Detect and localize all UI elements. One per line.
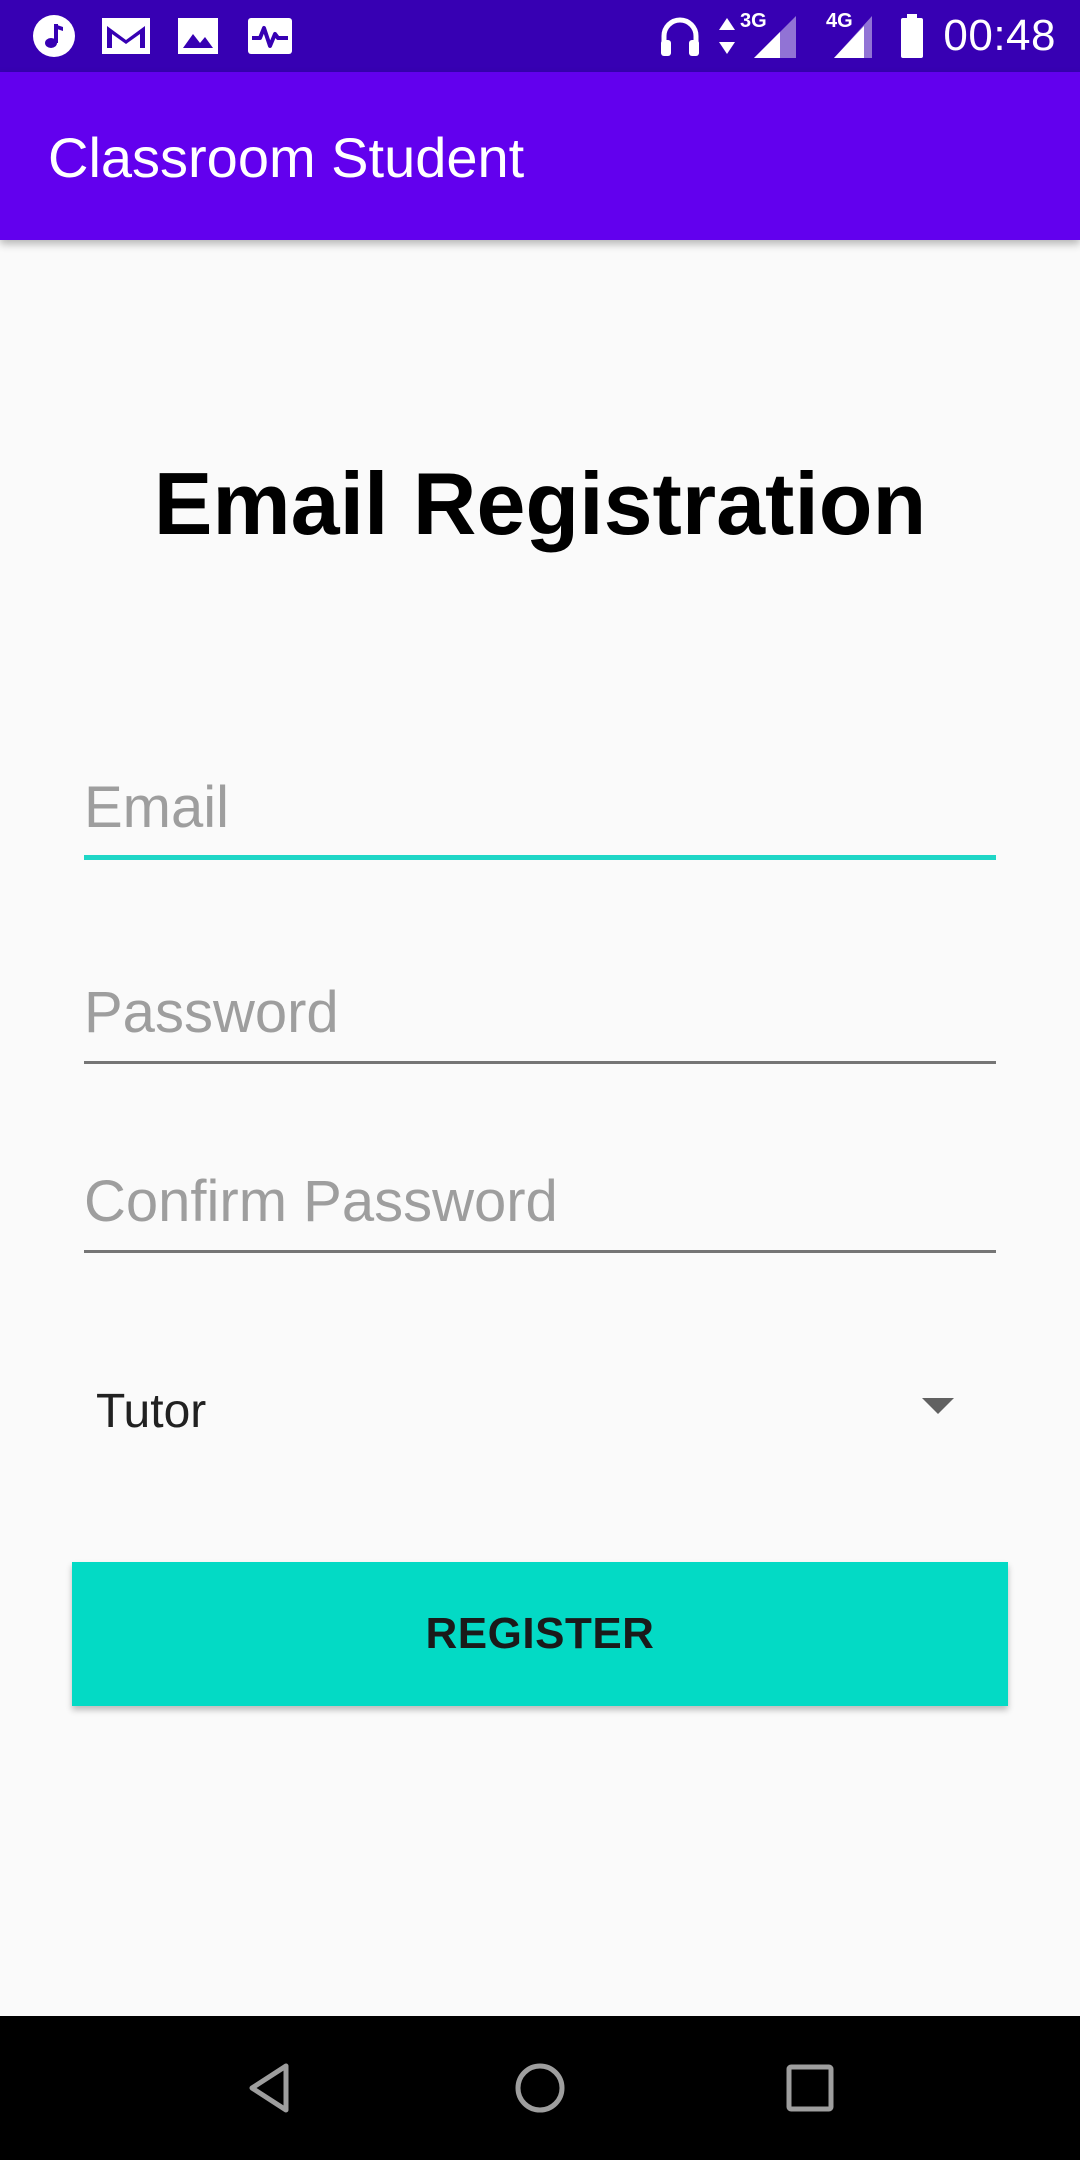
role-spinner[interactable]: Tutor	[84, 1360, 996, 1460]
activity-icon	[248, 18, 292, 54]
registration-form: Email Registration Tutor REGISTER	[0, 240, 1080, 2016]
confirm-password-field[interactable]	[84, 1153, 996, 1253]
navigation-bar	[0, 2016, 1080, 2160]
gmail-icon	[102, 18, 150, 54]
headphones-icon	[661, 17, 699, 56]
email-field[interactable]	[84, 760, 996, 860]
page-title: Email Registration	[153, 454, 927, 553]
battery-icon	[901, 14, 923, 58]
music-icon	[33, 15, 75, 57]
app-bar: Classroom Student	[0, 72, 1080, 240]
signal-3g-icon: 3G	[738, 10, 798, 60]
signal-4g-icon: 4G	[826, 10, 874, 60]
role-spinner-value: Tutor	[96, 1385, 207, 1438]
app-title: Classroom Student	[48, 126, 525, 189]
register-button[interactable]: REGISTER	[72, 1562, 1008, 1706]
recents-icon[interactable]	[774, 2052, 846, 2124]
data-arrows-icon	[719, 18, 735, 54]
back-icon[interactable]	[234, 2052, 306, 2124]
status-clock: 00:48	[943, 11, 1056, 60]
status-bar: 3G 4G 00:48	[0, 0, 1080, 72]
password-field[interactable]	[84, 964, 996, 1064]
image-icon	[178, 18, 218, 54]
home-icon[interactable]	[504, 2052, 576, 2124]
dropdown-arrow-icon	[922, 1398, 954, 1414]
